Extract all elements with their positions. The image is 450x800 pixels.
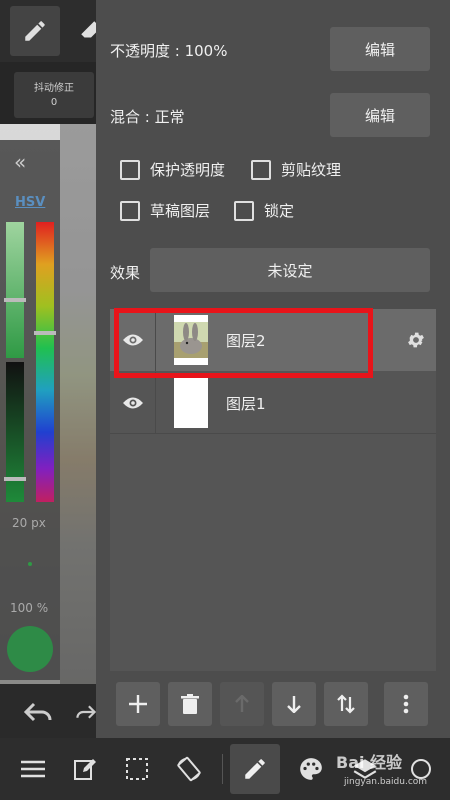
effect-label: 效果 bbox=[110, 264, 141, 282]
undo-icon[interactable] bbox=[24, 702, 52, 722]
checkbox-box bbox=[120, 200, 140, 221]
swap-vertical-icon bbox=[337, 694, 355, 714]
opacity-edit-button[interactable]: 编辑 bbox=[330, 27, 430, 71]
gear-icon bbox=[408, 332, 424, 348]
layer-row[interactable]: 图层1 bbox=[110, 372, 436, 434]
redo-icon[interactable] bbox=[76, 702, 96, 722]
value-slider[interactable] bbox=[6, 362, 24, 502]
pen-tool-button[interactable] bbox=[10, 6, 60, 56]
clipping-checkbox[interactable]: 剪贴纹理 bbox=[251, 159, 341, 180]
protect-alpha-label: 保护透明度 bbox=[150, 161, 226, 179]
pen-icon bbox=[245, 759, 265, 779]
opacity-label: 不透明度 : 100% bbox=[110, 42, 228, 60]
draft-layer-label: 草稿图层 bbox=[150, 202, 211, 220]
stabilizer-strip: 抖动修正 0 bbox=[0, 62, 96, 124]
blend-mode-label: 混合 : 正常 bbox=[110, 108, 185, 126]
layer-action-row bbox=[110, 682, 436, 728]
clipping-label: 剪贴纹理 bbox=[281, 161, 342, 179]
watermark-text: Bai 经验 bbox=[336, 753, 403, 772]
delete-layer-button[interactable] bbox=[168, 682, 212, 726]
stabilizer-label: 抖动修正 bbox=[34, 83, 74, 94]
current-color-swatch[interactable] bbox=[7, 626, 53, 672]
arrow-down-icon bbox=[287, 696, 301, 713]
brush-size-label[interactable]: 20 px bbox=[12, 516, 46, 530]
baidu-watermark: Bai 经验 jingyan.baidu.com bbox=[336, 745, 446, 795]
marquee-selection-icon bbox=[126, 758, 148, 780]
brush-opacity-label[interactable]: 100 % bbox=[10, 601, 48, 615]
edit-square-icon bbox=[74, 759, 96, 780]
brush-preview-dot bbox=[28, 562, 32, 566]
checkbox-box bbox=[234, 200, 254, 221]
selection-button[interactable] bbox=[112, 744, 162, 794]
trash-icon bbox=[181, 694, 199, 714]
lock-label: 锁定 bbox=[264, 202, 295, 220]
watermark-url: jingyan.baidu.com bbox=[344, 777, 428, 787]
edit-button[interactable] bbox=[60, 744, 110, 794]
top-toolbar bbox=[0, 0, 101, 62]
hsv-mode-link[interactable]: HSV bbox=[15, 195, 45, 210]
checkbox-box bbox=[251, 159, 271, 180]
effect-button[interactable]: 未设定 bbox=[150, 248, 430, 292]
transform-button[interactable] bbox=[164, 744, 214, 794]
lock-checkbox[interactable]: 锁定 bbox=[234, 200, 294, 221]
undo-redo-row bbox=[0, 684, 96, 738]
move-layer-up-button[interactable] bbox=[220, 682, 264, 726]
selected-layer-highlight bbox=[114, 308, 373, 378]
checkbox-box bbox=[120, 159, 140, 180]
layer-thumbnail bbox=[174, 378, 208, 428]
brush-button[interactable] bbox=[230, 744, 280, 794]
collapse-chevron-icon[interactable]: « bbox=[14, 150, 26, 174]
move-layer-down-button[interactable] bbox=[272, 682, 316, 726]
saturation-knob[interactable] bbox=[4, 298, 26, 302]
value-knob[interactable] bbox=[4, 477, 26, 481]
layer-name: 图层1 bbox=[226, 394, 266, 413]
hue-slider[interactable] bbox=[36, 222, 54, 502]
more-options-button[interactable] bbox=[384, 682, 428, 726]
stabilizer-control[interactable]: 抖动修正 0 bbox=[14, 72, 94, 118]
layer-divider bbox=[110, 433, 436, 434]
rotate-device-icon bbox=[177, 756, 201, 782]
hue-knob[interactable] bbox=[34, 331, 56, 335]
layer-settings-button[interactable] bbox=[396, 330, 436, 350]
blend-edit-button[interactable]: 编辑 bbox=[330, 93, 430, 137]
color-palette-button[interactable] bbox=[286, 744, 336, 794]
hamburger-menu-icon bbox=[21, 760, 45, 778]
toolbar-divider bbox=[222, 754, 223, 784]
draft-layer-checkbox[interactable]: 草稿图层 bbox=[120, 200, 210, 221]
swap-layer-button[interactable] bbox=[324, 682, 368, 726]
pen-icon bbox=[25, 21, 45, 41]
more-vertical-icon bbox=[403, 694, 409, 714]
add-layer-button[interactable] bbox=[116, 682, 160, 726]
visibility-toggle[interactable] bbox=[110, 372, 156, 434]
plus-icon bbox=[129, 695, 147, 713]
arrow-up-icon bbox=[235, 695, 249, 712]
menu-button[interactable] bbox=[8, 744, 58, 794]
protect-alpha-checkbox[interactable]: 保护透明度 bbox=[120, 159, 225, 180]
palette-icon bbox=[300, 758, 322, 780]
saturation-slider[interactable] bbox=[6, 222, 24, 358]
stabilizer-value: 0 bbox=[50, 97, 58, 108]
eye-icon bbox=[122, 397, 143, 409]
